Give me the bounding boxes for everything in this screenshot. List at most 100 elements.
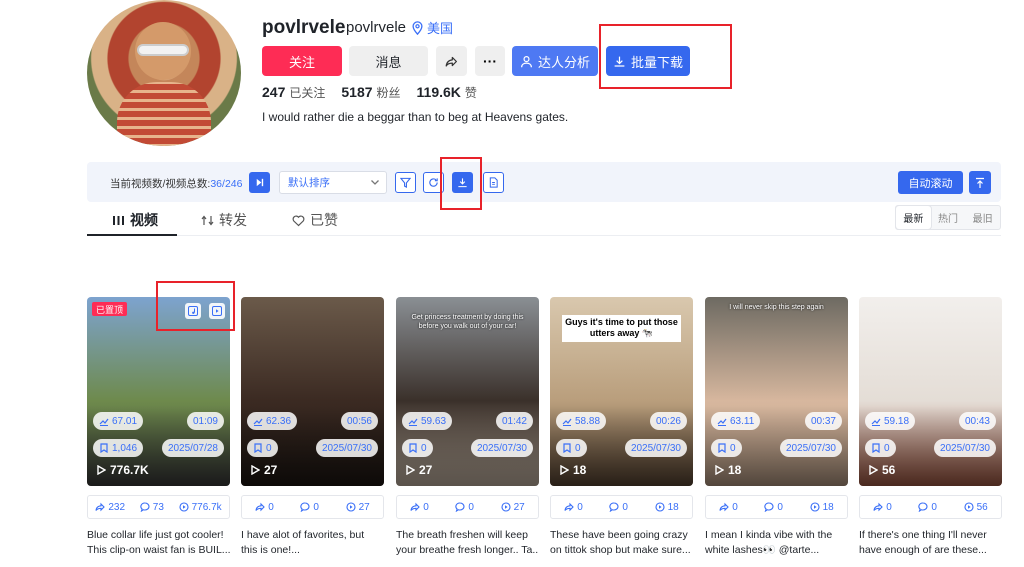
filter-icon <box>400 177 411 188</box>
video-description[interactable]: If there's one thing I'll never have enou… <box>859 528 1002 558</box>
auto-scroll-button[interactable]: 自动滚动 <box>898 171 963 194</box>
duration-badge: 01:09 <box>186 412 224 430</box>
stat-likes: 119.6K 赞 <box>416 84 477 100</box>
video-thumbnail[interactable]: 59.18 00:43 0 2025/07/30 56 <box>859 297 1002 486</box>
favorites-badge: 0 <box>865 439 896 457</box>
share-button[interactable] <box>436 46 467 76</box>
document-icon <box>489 177 498 188</box>
bookmark-icon <box>100 443 108 453</box>
video-card[interactable]: 62.36 00:56 0 2025/07/30 27 0 0 27 I have alot o… <box>241 297 384 567</box>
thumbnail-caption: I will never skip this step again <box>729 304 824 311</box>
stat-followers: 5187 粉丝 <box>341 84 401 100</box>
segment-popular[interactable]: 热门 <box>931 206 966 229</box>
heart-icon <box>292 214 305 226</box>
score-badge: 67.01 <box>93 412 144 430</box>
video-thumbnail[interactable]: Get princess treatment by doing this bef… <box>396 297 539 486</box>
active-tab-indicator <box>87 234 177 236</box>
creator-analysis-button[interactable]: 达人分析 <box>512 46 598 76</box>
message-button[interactable]: 消息 <box>349 46 428 76</box>
video-thumbnail[interactable]: 62.36 00:56 0 2025/07/30 27 <box>241 297 384 486</box>
profile-bio: I would rather die a beggar than to beg … <box>262 110 569 124</box>
play-icon <box>560 465 569 475</box>
user-icon <box>521 55 532 67</box>
play-icon <box>406 465 415 475</box>
bookmark-icon <box>563 443 571 453</box>
bookmark-icon <box>872 443 880 453</box>
sort-select[interactable]: 默认排序 <box>279 171 387 194</box>
profile-avatar <box>87 0 241 146</box>
score-badge: 58.88 <box>556 412 607 430</box>
play-circle-icon <box>810 502 820 512</box>
tab-divider <box>87 235 1001 236</box>
engagement-bar: 0 0 56 <box>859 495 1002 519</box>
video-card[interactable]: Guys it's time to put those utters away … <box>550 297 693 567</box>
follow-button[interactable]: 关注 <box>262 46 342 76</box>
skip-next-button[interactable] <box>249 172 270 193</box>
trend-icon <box>562 418 572 426</box>
chevron-down-icon <box>371 180 379 185</box>
video-card[interactable]: 已置顶 67.01 01:09 1,046 2025/07/28 776.7K 232 73 7… <box>87 297 230 567</box>
video-card[interactable]: 59.18 00:43 0 2025/07/30 56 0 0 56 If there's on… <box>859 297 1002 567</box>
engagement-bar: 0 0 27 <box>241 495 384 519</box>
share-icon <box>873 502 884 512</box>
trend-icon <box>99 418 109 426</box>
shares-count: 0 <box>719 502 738 513</box>
tab-videos[interactable]: 视频 <box>112 210 158 230</box>
shares-count: 0 <box>564 502 583 513</box>
tab-reposts[interactable]: 转发 <box>201 210 247 230</box>
trend-icon <box>408 418 418 426</box>
refresh-button[interactable] <box>423 172 444 193</box>
play-count: 776.7K <box>97 463 149 477</box>
video-description[interactable]: The breath freshen will keep your breathe… <box>396 528 539 558</box>
profile-handle: povlrvele <box>346 19 407 36</box>
views-count: 776.7k <box>179 502 222 513</box>
video-card[interactable]: I will never skip this step again 63.11 00… <box>705 297 848 567</box>
batch-download-button[interactable]: 批量下载 <box>606 46 690 76</box>
favorites-badge: 0 <box>247 439 278 457</box>
more-button[interactable]: ··· <box>475 46 505 76</box>
segment-oldest[interactable]: 最旧 <box>965 206 1000 229</box>
video-thumbnail[interactable]: 已置顶 67.01 01:09 1,046 2025/07/28 776.7K <box>87 297 230 486</box>
segment-newest[interactable]: 最新 <box>896 206 931 229</box>
filter-button[interactable] <box>395 172 416 193</box>
score-badge: 62.36 <box>247 412 298 430</box>
tab-liked-label: 已赞 <box>310 212 338 228</box>
favorites-badge: 0 <box>556 439 587 457</box>
comment-icon <box>918 502 928 512</box>
share-icon <box>410 502 421 512</box>
download-video-button[interactable] <box>209 303 225 319</box>
comments-count: 0 <box>300 502 319 513</box>
scroll-top-button[interactable] <box>969 171 991 194</box>
export-button[interactable] <box>483 172 504 193</box>
video-thumbnail[interactable]: I will never skip this step again 63.11 00… <box>705 297 848 486</box>
play-icon <box>97 465 106 475</box>
shares-count: 0 <box>255 502 274 513</box>
comments-count: 0 <box>764 502 783 513</box>
download-audio-button[interactable] <box>185 303 201 319</box>
shares-count: 0 <box>410 502 429 513</box>
arrow-up-to-top-icon <box>976 177 984 188</box>
grid-icon <box>113 215 124 225</box>
tab-liked[interactable]: 已赞 <box>292 210 338 230</box>
engagement-bar: 0 0 18 <box>705 495 848 519</box>
video-description[interactable]: These have been going crazy on tittok sho… <box>550 528 693 558</box>
video-thumbnail[interactable]: Guys it's time to put those utters away … <box>550 297 693 486</box>
video-card[interactable]: Get princess treatment by doing this bef… <box>396 297 539 567</box>
views-count: 27 <box>501 502 525 513</box>
video-description[interactable]: Blue collar life just got cooler! This cl… <box>87 528 230 558</box>
creator-analysis-label: 达人分析 <box>537 54 590 70</box>
duration-badge: 00:37 <box>804 412 842 430</box>
video-description[interactable]: I have alot of favorites, but this is one… <box>241 528 384 558</box>
comment-icon <box>140 502 150 512</box>
bookmark-icon <box>409 443 417 453</box>
download-button[interactable] <box>452 172 473 193</box>
video-description[interactable]: I mean I kinda vibe with the white lashes… <box>705 528 848 558</box>
download-icon <box>458 178 467 188</box>
play-icon <box>251 465 260 475</box>
tab-reposts-label: 转发 <box>219 212 247 228</box>
shares-count: 232 <box>95 502 125 513</box>
engagement-bar: 0 0 18 <box>550 495 693 519</box>
play-count: 18 <box>560 463 586 477</box>
play-circle-icon <box>179 502 189 512</box>
video-count-value: 36/246 <box>210 178 243 190</box>
